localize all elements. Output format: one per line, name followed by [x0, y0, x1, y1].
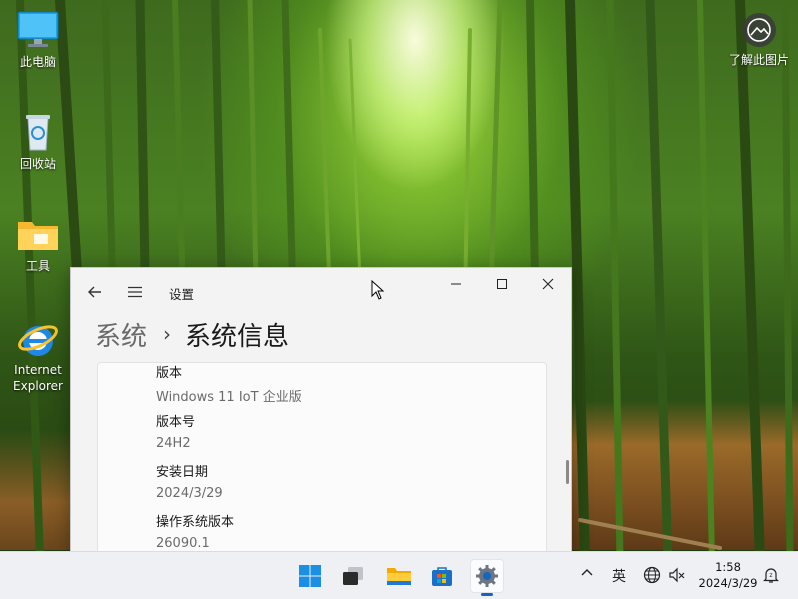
edition-label: 版本	[156, 366, 183, 381]
page-title: 系统信息	[185, 321, 290, 352]
desktop-icon-label: 工具	[25, 259, 50, 273]
back-arrow-icon	[88, 286, 101, 298]
chevron-up-icon	[581, 569, 593, 576]
desktop-icon-label: Internet Explorer	[13, 363, 63, 393]
desktop-icon-recycle-bin[interactable]: 回收站	[1, 112, 75, 172]
notification-button[interactable]: z	[762, 566, 780, 588]
globe-icon	[643, 566, 661, 584]
install-date-value[interactable]: 2024/3/29	[156, 486, 223, 501]
minimize-icon	[451, 283, 461, 285]
close-button[interactable]	[525, 268, 571, 300]
monitor-icon	[16, 10, 60, 50]
learn-picture-button[interactable]: 了解此图片	[722, 12, 796, 68]
clock[interactable]: 1:58 2024/3/29	[697, 559, 759, 591]
settings-taskbar-button[interactable]	[470, 559, 504, 593]
internet-explorer-icon	[16, 318, 60, 358]
file-explorer-button[interactable]	[382, 559, 416, 593]
gear-icon	[476, 565, 498, 587]
speaker-muted-icon	[669, 567, 685, 583]
install-date-label: 安装日期	[156, 465, 209, 480]
windows-logo-icon	[299, 565, 321, 587]
breadcrumb-separator: ›	[163, 322, 172, 346]
recycle-bin-icon	[16, 112, 60, 152]
close-icon	[542, 278, 554, 290]
minimize-button[interactable]	[433, 268, 479, 300]
learn-picture-icon	[741, 12, 777, 48]
desktop-icon-label: 此电脑	[19, 55, 56, 69]
taskbar: 英 1:58 2024/3/29 z	[0, 551, 798, 599]
folder-icon	[387, 568, 411, 585]
desktop-icon-internet-explorer[interactable]: Internet Explorer	[1, 318, 75, 394]
microsoft-store-button[interactable]	[425, 559, 459, 593]
title-bar[interactable]: 设置	[71, 268, 571, 314]
maximize-button[interactable]	[479, 268, 525, 300]
task-view-button[interactable]	[336, 559, 370, 593]
version-label: 版本号	[156, 415, 196, 430]
clock-time: 1:58	[715, 560, 741, 574]
folder-icon	[16, 214, 60, 254]
clock-date: 2024/3/29	[698, 576, 758, 590]
task-view-icon	[343, 567, 363, 585]
desktop-icon-this-pc[interactable]: 此电脑	[1, 10, 75, 70]
hamburger-icon	[128, 286, 142, 298]
settings-window: 设置 系统 › 系统信息 版本 Windows 11 IoT 企业版 版本号 2…	[70, 267, 572, 553]
window-title: 设置	[169, 287, 195, 302]
volume-icon[interactable]	[668, 566, 686, 588]
store-icon	[432, 567, 452, 586]
breadcrumb: 系统 › 系统信息	[95, 314, 289, 354]
show-hidden-icons-button[interactable]	[580, 566, 594, 584]
start-button[interactable]	[293, 559, 327, 593]
os-build-value[interactable]: 26090.1	[156, 536, 210, 551]
active-app-indicator	[481, 593, 493, 596]
os-build-label: 操作系统版本	[156, 515, 235, 530]
mouse-cursor-icon	[371, 280, 385, 300]
desktop-icon-tools[interactable]: 工具	[1, 214, 75, 274]
bell-icon: z	[763, 568, 779, 583]
svg-text:z: z	[769, 572, 772, 579]
network-icon[interactable]	[643, 566, 661, 588]
edition-value[interactable]: Windows 11 IoT 企业版	[156, 386, 302, 405]
ime-indicator[interactable]: 英	[612, 566, 626, 586]
learn-picture-label: 了解此图片	[728, 53, 789, 67]
version-value[interactable]: 24H2	[156, 436, 191, 451]
maximize-icon	[497, 279, 507, 289]
nav-menu-button[interactable]	[121, 278, 149, 306]
system-info-card: 版本 Windows 11 IoT 企业版 版本号 24H2 安装日期 2024…	[97, 362, 547, 552]
back-button[interactable]	[81, 278, 109, 306]
scrollbar-thumb[interactable]	[566, 460, 569, 484]
desktop-icon-label: 回收站	[19, 157, 56, 171]
breadcrumb-parent[interactable]: 系统	[95, 316, 147, 353]
